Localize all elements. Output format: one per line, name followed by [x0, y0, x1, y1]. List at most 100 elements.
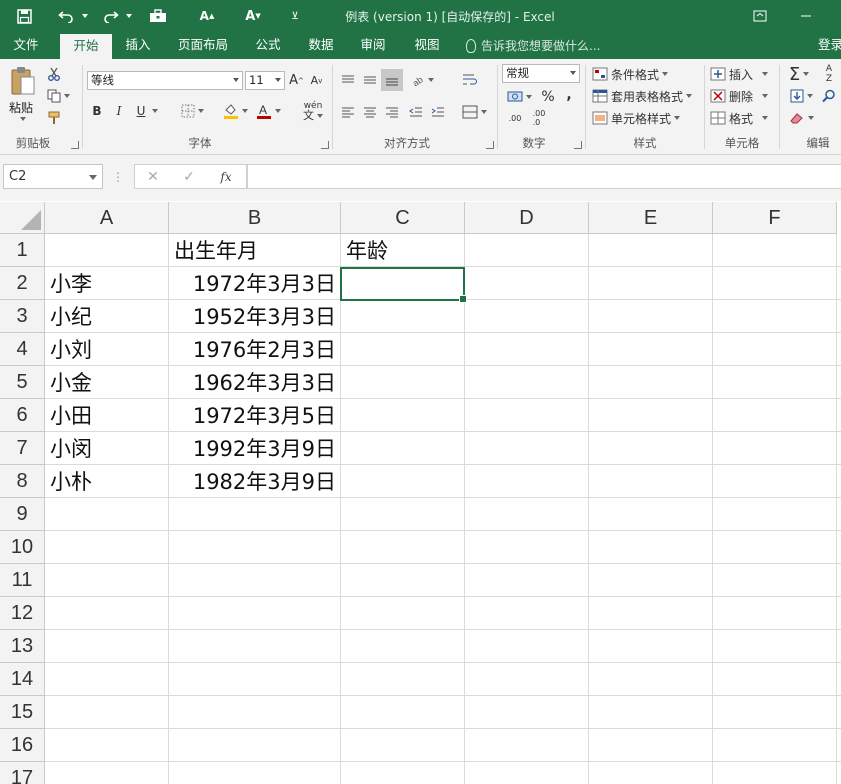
underline-dropdown-icon[interactable]	[150, 101, 160, 121]
column-header-e[interactable]: E	[589, 202, 713, 234]
align-right-icon[interactable]	[383, 103, 401, 121]
copy-icon[interactable]	[44, 87, 72, 105]
sign-in-link[interactable]: 登录	[818, 32, 841, 59]
cell-b2[interactable]: 1972年3月3日	[169, 267, 341, 300]
column-header-c[interactable]: C	[341, 202, 465, 234]
accounting-format-icon[interactable]	[504, 87, 534, 107]
row-header-11[interactable]: 11	[0, 564, 45, 597]
decrease-indent-icon[interactable]	[407, 103, 425, 121]
redo-dropdown-icon[interactable]	[123, 0, 135, 32]
column-header-a[interactable]: A	[45, 202, 169, 234]
cell-b4[interactable]: 1976年2月3日	[169, 333, 341, 366]
wrap-text-icon[interactable]	[459, 71, 481, 89]
font-increase-icon[interactable]: A ▲	[196, 0, 218, 32]
align-left-icon[interactable]	[339, 103, 357, 121]
cell-a5[interactable]: 小金	[45, 366, 174, 399]
undo-icon[interactable]	[55, 0, 77, 32]
bold-button[interactable]: B	[89, 101, 105, 121]
row-header-14[interactable]: 14	[0, 663, 45, 696]
conditional-formatting-button[interactable]: 条件格式	[592, 64, 692, 84]
minimize-icon[interactable]	[786, 0, 826, 32]
tab-review[interactable]: 审阅	[350, 32, 396, 59]
row-header-4[interactable]: 4	[0, 333, 45, 366]
phonetic-guide-button[interactable]: wén 文	[296, 99, 330, 123]
sort-filter-icon[interactable]: AZ	[819, 63, 839, 85]
alignment-launcher-icon[interactable]	[486, 141, 494, 149]
cell-a8[interactable]: 小朴	[45, 465, 174, 498]
cell-b7[interactable]: 1992年3月9日	[169, 432, 341, 465]
format-painter-icon[interactable]	[44, 109, 64, 127]
paste-dropdown-icon[interactable]	[18, 117, 28, 121]
undo-dropdown-icon[interactable]	[79, 0, 91, 32]
underline-button[interactable]: U	[133, 101, 149, 121]
cell-c3[interactable]	[341, 300, 470, 333]
clipboard-launcher-icon[interactable]	[71, 141, 79, 149]
tab-insert[interactable]: 插入	[114, 32, 162, 59]
format-as-table-button[interactable]: 套用表格格式	[592, 86, 698, 106]
cell-b5[interactable]: 1962年3月3日	[169, 366, 341, 399]
row-header-3[interactable]: 3	[0, 300, 45, 333]
increase-indent-icon[interactable]	[429, 103, 447, 121]
paste-icon[interactable]	[8, 65, 38, 97]
ribbon-display-options-icon[interactable]	[740, 0, 780, 32]
cell-b6[interactable]: 1972年3月5日	[169, 399, 341, 432]
borders-icon[interactable]	[176, 101, 208, 121]
row-header-12[interactable]: 12	[0, 597, 45, 630]
insert-cells-button[interactable]: 插入	[710, 64, 772, 84]
row-header-1[interactable]: 1	[0, 234, 45, 267]
number-format-select[interactable]: 常规	[502, 64, 580, 83]
format-cells-button[interactable]: 格式	[710, 108, 772, 128]
cell-c8[interactable]	[341, 465, 470, 498]
font-color-icon[interactable]: A	[252, 101, 284, 121]
cell-c7[interactable]	[341, 432, 470, 465]
enter-entry-button[interactable]: ✓	[179, 167, 199, 187]
delete-cells-button[interactable]: 删除	[710, 86, 772, 106]
cell-a6[interactable]: 小田	[45, 399, 174, 432]
fill-color-icon[interactable]	[220, 101, 250, 121]
row-header-9[interactable]: 9	[0, 498, 45, 531]
formula-input[interactable]	[247, 164, 841, 189]
paste-label[interactable]: 粘贴	[9, 99, 33, 116]
cell-c4[interactable]	[341, 333, 470, 366]
tell-me-search[interactable]: 告诉我您想要做什么...	[466, 32, 600, 59]
tab-view[interactable]: 视图	[404, 32, 450, 59]
font-launcher-icon[interactable]	[321, 141, 329, 149]
insert-function-button[interactable]: fx	[215, 167, 237, 187]
cell-b3[interactable]: 1952年3月3日	[169, 300, 341, 333]
decrease-font-icon[interactable]: Av	[309, 71, 324, 90]
autosum-button[interactable]: Σ	[784, 63, 814, 85]
tab-data[interactable]: 数据	[298, 32, 344, 59]
tab-page-layout[interactable]: 页面布局	[168, 32, 238, 59]
cell-a7[interactable]: 小闵	[45, 432, 174, 465]
cancel-entry-button[interactable]: ✕	[143, 167, 163, 187]
decrease-decimal-icon[interactable]: .00.0	[528, 109, 550, 127]
align-middle-icon[interactable]	[361, 71, 379, 89]
font-decrease-icon[interactable]: A ▼	[242, 0, 264, 32]
increase-decimal-button[interactable]: .00	[504, 109, 526, 127]
italic-button[interactable]: I	[111, 101, 127, 121]
row-header-13[interactable]: 13	[0, 630, 45, 663]
cell-a2[interactable]: 小李	[45, 267, 174, 300]
select-all-button[interactable]	[0, 202, 45, 234]
row-header-8[interactable]: 8	[0, 465, 45, 498]
find-select-icon[interactable]	[820, 86, 838, 106]
row-header-15[interactable]: 15	[0, 696, 45, 729]
cell-b1[interactable]: 出生年月	[169, 234, 346, 267]
clear-icon[interactable]	[786, 108, 816, 128]
orientation-icon[interactable]: ab	[409, 71, 435, 89]
font-size-select[interactable]: 11	[245, 71, 285, 90]
font-name-select[interactable]: 等线	[87, 71, 243, 90]
row-header-16[interactable]: 16	[0, 729, 45, 762]
row-header-10[interactable]: 10	[0, 531, 45, 564]
row-header-2[interactable]: 2	[0, 267, 45, 300]
worksheet-grid[interactable]: ABCDEF 1 2 3 4 5 6 7 8 9 10 11 12 13 14 15 16 17 出生年月 年龄小…	[0, 202, 841, 784]
cell-a4[interactable]: 小刘	[45, 333, 174, 366]
column-header-b[interactable]: B	[169, 202, 341, 234]
cell-c6[interactable]	[341, 399, 470, 432]
tab-formulas[interactable]: 公式	[246, 32, 290, 59]
row-header-7[interactable]: 7	[0, 432, 45, 465]
redo-icon[interactable]	[100, 0, 122, 32]
increase-font-icon[interactable]: A ^	[289, 71, 304, 90]
cut-icon[interactable]	[44, 65, 64, 83]
comma-style-button[interactable]: ,	[562, 85, 576, 105]
